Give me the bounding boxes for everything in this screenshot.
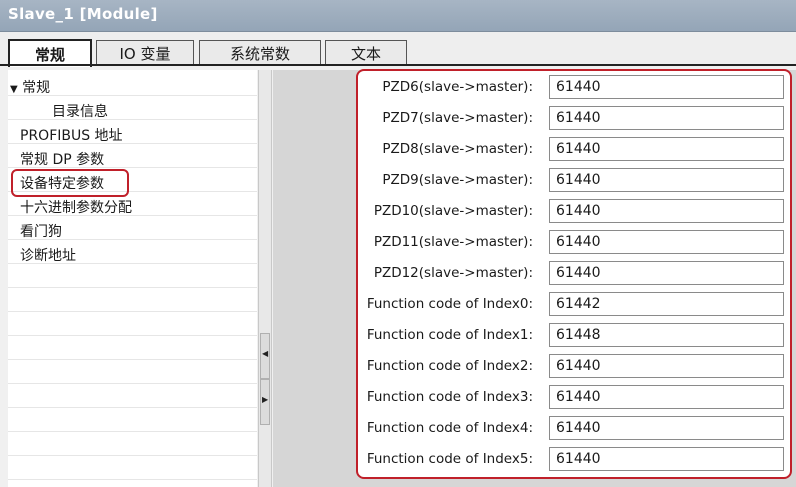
nav-item-diagnostic-address[interactable]: 诊断地址 — [20, 245, 76, 265]
collapse-left-button[interactable]: ◀ — [260, 333, 270, 379]
param-row: PZD12(slave->master): — [358, 257, 790, 291]
param-value-input[interactable] — [549, 292, 784, 316]
expand-arrow-icon[interactable]: ▼ — [10, 84, 18, 95]
param-label: Function code of Index0: — [366, 296, 533, 312]
param-row: Function code of Index2: — [358, 350, 790, 384]
param-label: PZD8(slave->master): — [382, 141, 533, 157]
param-row: Function code of Index1: — [358, 319, 790, 353]
param-label: Function code of Index2: — [366, 358, 533, 374]
param-value-input[interactable] — [549, 323, 784, 347]
nav-item-hex-param-assignment[interactable]: 十六进制参数分配 — [20, 197, 132, 217]
param-row: PZD7(slave->master): — [358, 102, 790, 136]
nav-item-general-dp-params[interactable]: 常规 DP 参数 — [20, 149, 104, 169]
panel-splitter[interactable]: ◀ ▶ — [258, 70, 272, 487]
tab-texts[interactable]: 文本 — [325, 40, 407, 66]
param-row: PZD9(slave->master): — [358, 164, 790, 198]
tab-io-tags[interactable]: IO 变量 — [96, 40, 194, 66]
nav-group-label: 常规 — [22, 80, 51, 96]
param-row: PZD8(slave->master): — [358, 133, 790, 167]
param-value-input[interactable] — [549, 199, 784, 223]
param-label: PZD12(slave->master): — [373, 265, 533, 281]
param-label: PZD6(slave->master): — [382, 79, 533, 95]
tab-underline — [0, 64, 796, 66]
param-value-input[interactable] — [549, 261, 784, 285]
tab-general[interactable]: 常规 — [8, 39, 92, 67]
nav-item-profibus-address[interactable]: PROFIBUS 地址 — [20, 125, 123, 145]
param-label: PZD10(slave->master): — [373, 203, 533, 219]
param-label: PZD7(slave->master): — [382, 110, 533, 126]
nav-item-watchdog[interactable]: 看门狗 — [20, 221, 62, 241]
param-label: PZD9(slave->master): — [382, 172, 533, 188]
navigation-tree: ▼ 常规 目录信息 PROFIBUS 地址 常规 DP 参数 设备特定参数 十六… — [8, 70, 257, 487]
tab-system-constants[interactable]: 系统常数 — [199, 40, 321, 66]
param-row: Function code of Index5: — [358, 443, 790, 477]
param-value-input[interactable] — [549, 137, 784, 161]
param-row: PZD11(slave->master): — [358, 226, 790, 260]
param-value-input[interactable] — [549, 447, 784, 471]
param-value-input[interactable] — [549, 106, 784, 130]
param-label: Function code of Index1: — [366, 327, 533, 343]
param-label: Function code of Index4: — [366, 420, 533, 436]
window-titlebar: Slave_1 [Module] — [0, 0, 796, 32]
param-label: Function code of Index5: — [366, 451, 533, 467]
triangle-right-icon: ▶ — [262, 395, 269, 404]
param-value-input[interactable] — [549, 168, 784, 192]
tab-strip: 常规 IO 变量 系统常数 文本 — [0, 32, 796, 67]
param-value-input[interactable] — [549, 354, 784, 378]
param-value-input[interactable] — [549, 385, 784, 409]
param-row: PZD6(slave->master): — [358, 71, 790, 105]
nav-group-general[interactable]: ▼ 常规 — [10, 77, 50, 97]
device-parameters-panel: PZD6(slave->master): PZD7(slave->master)… — [356, 69, 792, 479]
nav-item-catalog-info[interactable]: 目录信息 — [52, 101, 108, 121]
window-title: Slave_1 [Module] — [8, 5, 158, 23]
param-value-input[interactable] — [549, 416, 784, 440]
param-value-input[interactable] — [549, 75, 784, 99]
param-value-input[interactable] — [549, 230, 784, 254]
param-row: Function code of Index3: — [358, 381, 790, 415]
param-row: PZD10(slave->master): — [358, 195, 790, 229]
param-label: Function code of Index3: — [366, 389, 533, 405]
expand-right-button[interactable]: ▶ — [260, 379, 270, 425]
param-row: Function code of Index0: — [358, 288, 790, 322]
selection-highlight — [11, 169, 129, 197]
param-label: PZD11(slave->master): — [373, 234, 533, 250]
param-row: Function code of Index4: — [358, 412, 790, 446]
triangle-left-icon: ◀ — [262, 349, 269, 358]
